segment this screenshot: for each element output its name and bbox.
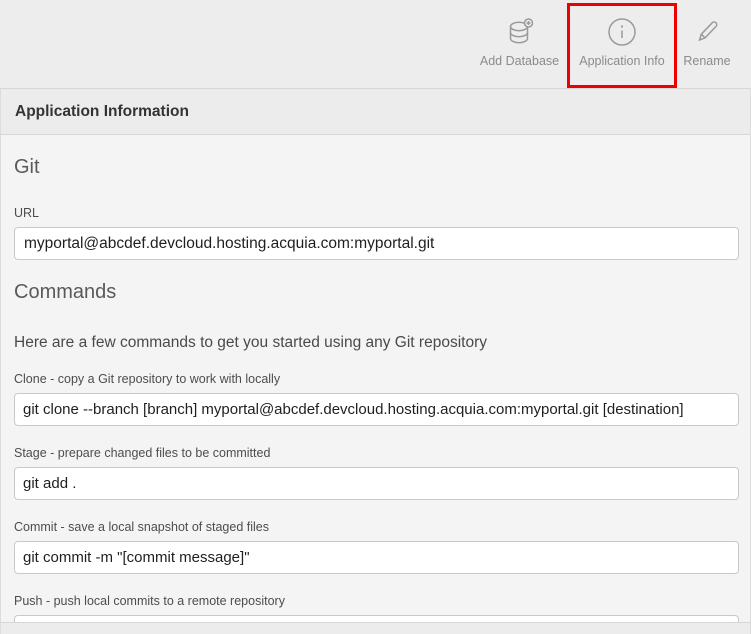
commands-section-heading: Commands [14,281,737,304]
commit-command-label: Commit - save a local snapshot of staged… [14,520,737,534]
stage-command-input[interactable] [14,467,739,500]
info-icon [607,17,637,47]
commit-command-row: Commit - save a local snapshot of staged… [14,520,737,574]
panel-header: Application Information [0,88,751,135]
add-database-label: Add Database [480,54,559,68]
stage-command-row: Stage - prepare changed files to be comm… [14,446,737,500]
panel-body: Git URL Commands Here are a few commands… [0,135,751,622]
commands-intro-text: Here are a few commands to get you start… [14,334,737,352]
rename-button[interactable]: Rename [677,0,737,88]
toolbar: Add Database Application Info Rename [0,0,751,88]
application-info-label: Application Info [579,54,664,68]
rename-label: Rename [683,54,730,68]
clone-command-label: Clone - copy a Git repository to work wi… [14,372,737,386]
push-command-label: Push - push local commits to a remote re… [14,594,737,608]
add-database-button[interactable]: Add Database [472,0,567,88]
push-command-input[interactable] [14,615,739,622]
commit-command-input[interactable] [14,541,739,574]
clone-command-row: Clone - copy a Git repository to work wi… [14,372,737,426]
push-command-row: Push - push local commits to a remote re… [14,594,737,622]
pencil-icon [692,17,722,47]
next-section-header-edge [0,622,751,634]
panel-title: Application Information [15,103,189,121]
clone-command-input[interactable] [14,393,739,426]
application-information-panel: Application Information Git URL Commands… [0,88,751,634]
application-info-button[interactable]: Application Info [567,0,677,88]
git-section-heading: Git [14,156,737,179]
stage-command-label: Stage - prepare changed files to be comm… [14,446,737,460]
git-url-input[interactable] [14,227,739,260]
url-field-label: URL [14,206,737,220]
add-database-icon [505,17,535,47]
